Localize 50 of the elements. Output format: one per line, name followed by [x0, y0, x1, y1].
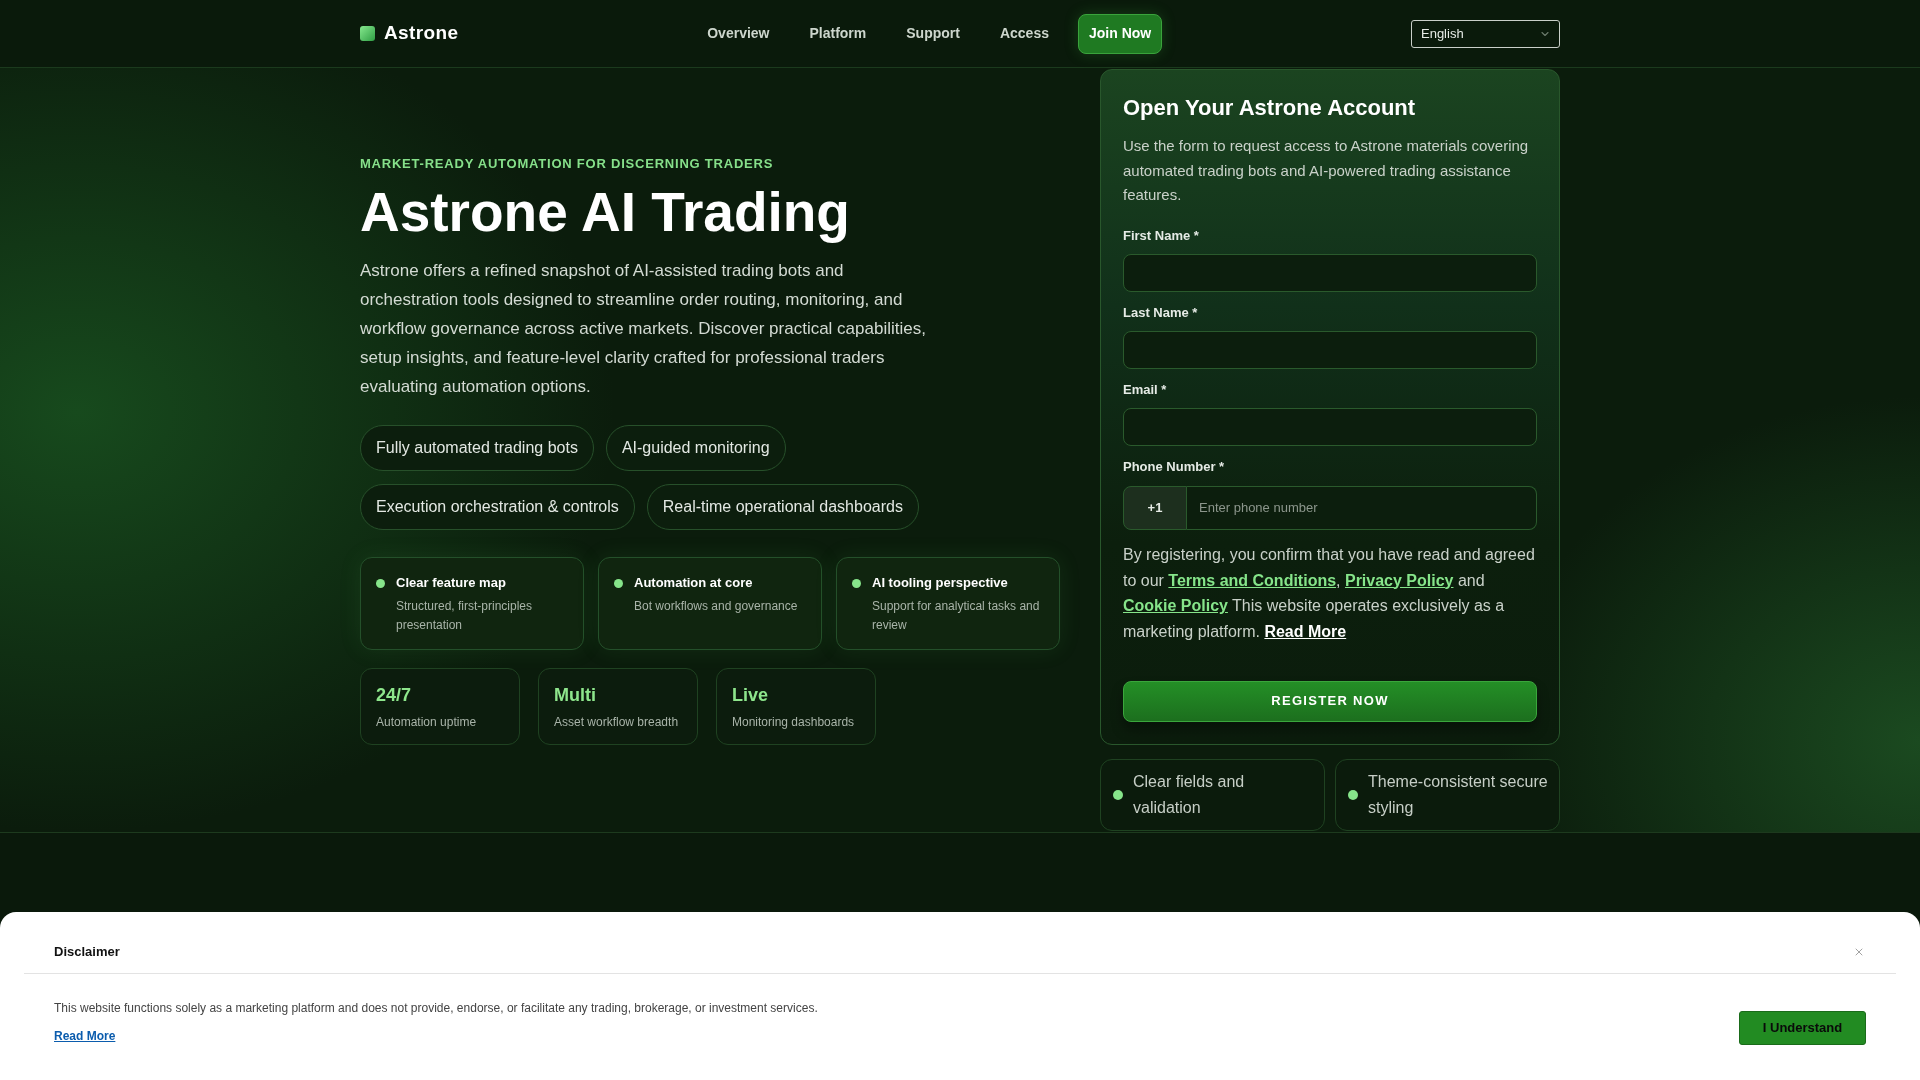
input-field[interactable] — [1123, 253, 1537, 292]
highlight-text: Clear fields and validation — [1133, 771, 1246, 818]
stat-label: Asset workflow breadth — [554, 713, 680, 730]
policy-link[interactable]: Cookie Policy — [1123, 597, 1228, 615]
stat-value: Live — [732, 683, 770, 706]
form-description: Use the form to request access to Astrone materials covering automated trading bots and AI-powered trading assistance features. — [1123, 136, 1530, 206]
consent-text: By registering, you confirm that you have read and agreed to our Terms and Conditions, Privacy Policy and Cookie Policy This website operates exclusively as a marketing platform. Read More — [1123, 544, 1536, 642]
form-title: Open Your Astrone Account — [1123, 94, 1417, 123]
field-label: Last Name * — [1123, 304, 1199, 321]
disclaimer-text: This website functions solely as a marketing platform and does not provide, endorse, or facilitate any trading, brokerage, or investment services. — [54, 1000, 818, 1016]
close-icon[interactable] — [1853, 946, 1865, 958]
eyebrow-text: MARKET-READY AUTOMATION FOR DISCERNING TRADERS — [360, 155, 775, 172]
feature-description: Bot workflows and governance — [634, 597, 798, 615]
brand-name[interactable]: Astrone — [384, 19, 459, 48]
read-more-link[interactable]: Read More — [54, 1028, 116, 1044]
field-label: First Name * — [1123, 227, 1200, 244]
join-button[interactable]: Join Now — [1078, 13, 1163, 54]
feature-description: Structured, first-principles presentation — [396, 597, 534, 634]
phone-input[interactable]: Enter phone number — [1187, 485, 1537, 530]
field-label: Email * — [1123, 381, 1168, 398]
feature-title: Automation at core — [634, 574, 754, 591]
hero-description: Astrone offers a refined snapshot of AI-assisted trading bots and orchestration tools designed to streamline order routing, monitoring, and workflow governance across active markets. Discover practical capabilities, setup insights, and feature-level clarity crafted for professional traders evaluating automation options. — [360, 259, 927, 398]
nav-link[interactable]: Support — [906, 23, 960, 44]
feature-tag: AI-guided monitoring — [605, 424, 786, 471]
nav-link[interactable]: Access — [999, 23, 1049, 44]
nav-link[interactable]: Overview — [707, 23, 770, 44]
disclaimer-title: Disclaimer — [54, 944, 120, 960]
feature-title: AI tooling perspective — [872, 574, 1009, 591]
stat-value: Multi — [554, 683, 597, 706]
input-field[interactable] — [1123, 407, 1537, 446]
highlight-text: Theme-consistent secure styling — [1368, 771, 1549, 818]
language-select[interactable]: English — [1411, 19, 1560, 48]
understand-button[interactable]: I Understand — [1739, 1011, 1866, 1045]
feature-title: Clear feature map — [396, 574, 507, 591]
hero-title: Astrone AI Trading — [360, 181, 851, 242]
feature-tag: Fully automated trading bots — [360, 424, 594, 471]
policy-link[interactable]: Privacy Policy — [1344, 571, 1454, 589]
field-label: Phone Number * — [1123, 458, 1226, 475]
feature-tag: Real-time operational dashboards — [646, 483, 919, 530]
register-button[interactable]: REGISTER NOW — [1123, 680, 1537, 722]
stat-value: 24/7 — [376, 683, 413, 706]
nav-link[interactable]: Platform — [809, 23, 867, 44]
input-field[interactable] — [1123, 330, 1537, 369]
read-more-link[interactable]: Read More — [1264, 622, 1347, 640]
logo-icon — [360, 26, 375, 41]
country-code[interactable]: +1 — [1123, 485, 1187, 530]
feature-description: Support for analytical tasks and review — [872, 597, 1041, 634]
feature-tag: Execution orchestration & controls — [360, 483, 635, 530]
stat-label: Monitoring dashboards — [732, 713, 856, 730]
stat-label: Automation uptime — [376, 713, 478, 730]
